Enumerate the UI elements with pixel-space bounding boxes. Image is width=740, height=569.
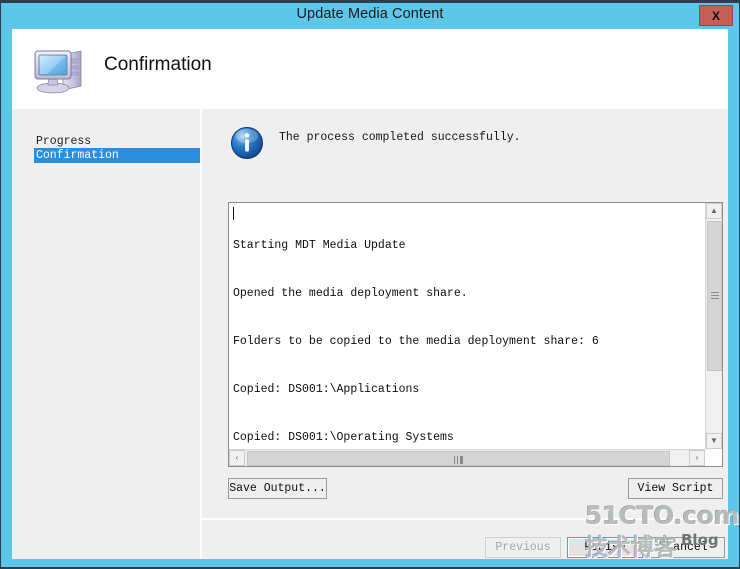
- sidebar-item-confirmation[interactable]: Confirmation: [34, 148, 206, 163]
- body-area: Progress Confirmation The process comple…: [12, 109, 728, 559]
- scroll-left-icon[interactable]: ‹: [229, 450, 245, 466]
- computer-icon: [31, 42, 89, 96]
- sidebar-item-progress[interactable]: Progress: [34, 134, 91, 149]
- log-output-text-area[interactable]: Starting MDT Media Update Opened the med…: [230, 204, 706, 449]
- scroll-down-icon[interactable]: ▼: [706, 433, 722, 449]
- previous-button: Previous: [485, 537, 561, 558]
- close-button[interactable]: X: [699, 5, 733, 26]
- wizard-footer: Previous Finish Cancel: [202, 520, 728, 559]
- content-pane: The process completed successfully. Star…: [202, 109, 728, 518]
- info-message: The process completed successfully.: [279, 131, 521, 144]
- log-line: Copied: DS001:\Applications: [233, 383, 420, 396]
- log-line: Copied: DS001:\Operating Systems: [233, 431, 454, 444]
- page-title: Confirmation: [104, 54, 212, 75]
- finish-button[interactable]: Finish: [567, 537, 643, 558]
- log-horizontal-scrollbar[interactable]: ‹ ›: [229, 449, 705, 466]
- log-vertical-scrollbar[interactable]: ▲ ▼: [705, 203, 722, 449]
- scroll-grip-icon: [711, 292, 719, 299]
- log-line: Folders to be copied to the media deploy…: [233, 335, 599, 348]
- log-line: Starting MDT Media Update: [233, 239, 406, 252]
- view-script-button[interactable]: View Script: [628, 478, 723, 499]
- scroll-up-icon[interactable]: ▲: [706, 203, 722, 219]
- log-line: Opened the media deployment share.: [233, 287, 468, 300]
- log-lines: Starting MDT Media Update Opened the med…: [233, 206, 599, 449]
- horizontal-scroll-thumb[interactable]: [247, 451, 670, 466]
- save-output-button[interactable]: Save Output...: [228, 478, 327, 499]
- update-media-content-window: Update Media Content X Confirmation Prog…: [0, 0, 740, 569]
- log-output-box[interactable]: Starting MDT Media Update Opened the med…: [228, 202, 723, 467]
- vertical-scroll-thumb[interactable]: [707, 221, 722, 371]
- information-icon: [229, 125, 265, 161]
- window-title: Update Media Content: [296, 6, 444, 22]
- cancel-button[interactable]: Cancel: [649, 537, 725, 558]
- wizard-step-sidebar: Progress Confirmation: [12, 109, 206, 559]
- title-bar: Update Media Content X: [1, 3, 739, 29]
- scroll-right-icon[interactable]: ›: [689, 450, 705, 466]
- wizard-header: Confirmation: [12, 29, 728, 109]
- scroll-grip-icon: [454, 456, 463, 464]
